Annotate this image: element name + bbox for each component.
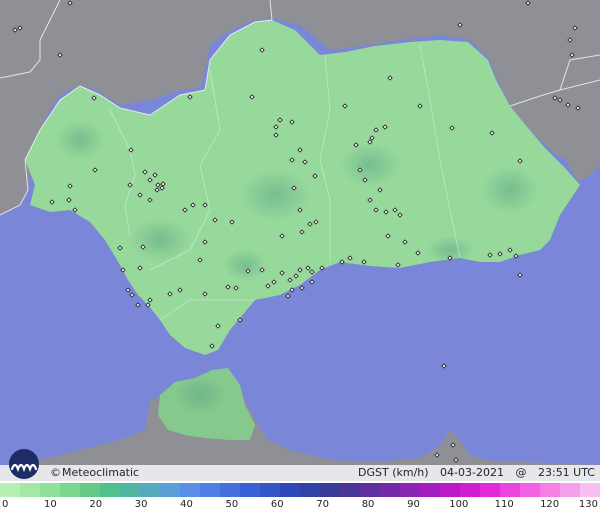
legend-tick-label: 50 [225,499,239,510]
legend-color-step [540,483,560,497]
legend-color-step [160,483,180,497]
brand-label: ©Meteoclimatic [50,466,139,480]
legend-color-step [200,483,220,497]
variable-label: DGST (km/h) [358,466,429,479]
legend-color-step [320,483,340,497]
legend-color-step [520,483,540,497]
legend-tick-label: 30 [134,499,148,510]
legend-tick-label: 10 [44,499,57,510]
legend-color-step [560,483,580,497]
legend-color-step [140,483,160,497]
legend-color-step [60,483,80,497]
legend-color-step [260,483,280,497]
meteoclimatic-logo-icon [9,449,39,479]
legend-ticks: 0 10 20 30 40 50 60 70 80 90 100 110 120 130 [0,499,600,515]
legend-color-step [100,483,120,497]
legend-color-step [340,483,360,497]
legend-color-step [0,483,20,497]
date-label: 04-03-2021 [440,466,504,479]
brand-name: Meteoclimatic [62,466,140,479]
legend-tick-label: 130 [578,499,598,510]
legend-color-step [400,483,420,497]
legend-tick-label: 90 [407,499,420,510]
legend-color-step [460,483,480,497]
legend-color-step [240,483,260,497]
legend-tick-label: 110 [494,499,514,510]
legend-color-step [580,483,600,497]
map-canvas [0,0,600,485]
legend-color-step [440,483,460,497]
legend-tick-label: 80 [361,499,375,510]
legend-color-step [420,483,440,497]
legend-color-step [380,483,400,497]
legend-tick-label: 120 [540,499,560,510]
legend-tick-label: 70 [316,499,330,510]
legend-tick-label: 40 [180,499,193,510]
at-symbol: @ [515,466,527,479]
legend-color-step [500,483,520,497]
legend-tick-label: 100 [449,499,469,510]
legend-color-step [80,483,100,497]
color-legend: 0 10 20 30 40 50 60 70 80 90 100 110 120 130 [0,481,600,517]
legend-color-step [360,483,380,497]
legend-color-step [40,483,60,497]
legend-tick-label: 0 [2,499,9,510]
copyright-symbol: © [50,466,61,479]
legend-color-step [20,483,40,497]
legend-color-step [220,483,240,497]
legend-color-step [480,483,500,497]
legend-color-bar [0,483,600,497]
legend-color-step [180,483,200,497]
legend-tick-label: 20 [89,499,103,510]
legend-tick-label: 60 [270,499,284,510]
map-caption: DGST (km/h) 04-03-2021 @ 23:51 UTC [358,466,595,480]
time-label: 23:51 UTC [537,466,595,479]
legend-color-step [120,483,140,497]
legend-color-step [300,483,320,497]
legend-color-step [280,483,300,497]
